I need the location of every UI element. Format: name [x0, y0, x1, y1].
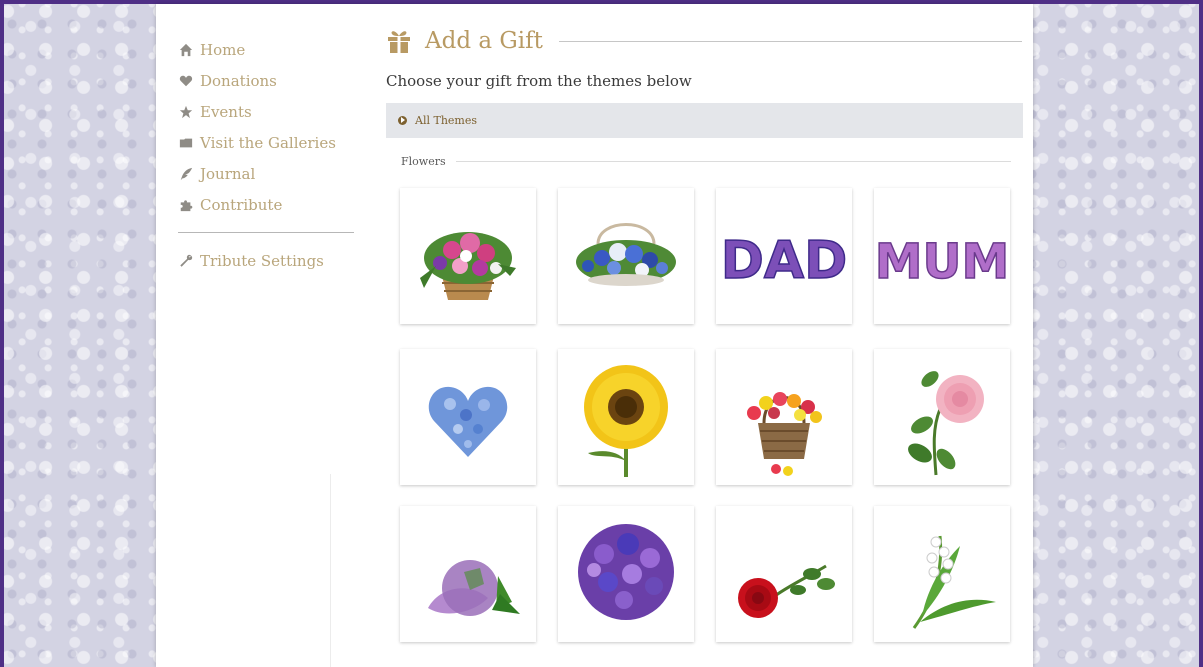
- gift-card[interactable]: [400, 506, 536, 642]
- sidebar-item-label: Tribute Settings: [200, 251, 324, 270]
- svg-text:DAD: DAD: [721, 231, 848, 291]
- star-icon: [178, 104, 194, 120]
- gallery-icon: [178, 135, 194, 151]
- sidebar-item-tribute-settings[interactable]: Tribute Settings: [178, 245, 354, 276]
- flower-basket-blue-icon: [576, 223, 676, 286]
- sidebar-item-label: Donations: [200, 71, 277, 90]
- section-rule: [455, 161, 1011, 162]
- all-themes-toggle[interactable]: All Themes: [386, 103, 1023, 138]
- gift-icon: [386, 28, 412, 54]
- sidebar-item-home[interactable]: Home: [178, 34, 354, 65]
- gift-card[interactable]: [716, 349, 852, 485]
- sidebar-nav: Home Donations Events Visit the Gallerie…: [178, 34, 354, 276]
- sidebar-border: [330, 474, 331, 667]
- gift-card[interactable]: [716, 506, 852, 642]
- lily-of-the-valley-icon: [912, 535, 996, 629]
- section-heading: Flowers: [401, 155, 1011, 168]
- gift-card[interactable]: [558, 188, 694, 324]
- page-title: Add a Gift: [425, 28, 543, 54]
- wrench-icon: [178, 253, 194, 269]
- sidebar-item-donations[interactable]: Donations: [178, 65, 354, 96]
- sidebar-item-label: Journal: [200, 164, 256, 183]
- quill-icon: [178, 166, 194, 182]
- expand-circle-icon: [398, 116, 407, 125]
- lilac-icon: [428, 560, 520, 616]
- content-panel: Home Donations Events Visit the Gallerie…: [156, 4, 1033, 667]
- gift-card[interactable]: DAD: [716, 188, 852, 324]
- sidebar-item-galleries[interactable]: Visit the Galleries: [178, 127, 354, 158]
- flower-basket-pink-icon: [420, 232, 516, 300]
- page-header: Add a Gift: [386, 26, 1022, 56]
- sidebar-item-label: Home: [200, 40, 246, 59]
- gift-card[interactable]: [400, 188, 536, 324]
- sunflower-icon: [584, 365, 668, 477]
- tulip-basket-icon: [747, 392, 822, 476]
- gift-card[interactable]: [874, 506, 1010, 642]
- puzzle-icon: [178, 197, 194, 213]
- title-rule: [558, 40, 1022, 42]
- sidebar-item-events[interactable]: Events: [178, 96, 354, 127]
- gift-card[interactable]: [558, 506, 694, 642]
- sidebar-item-journal[interactable]: Journal: [178, 158, 354, 189]
- sidebar-divider: [178, 232, 354, 233]
- page-subtitle: Choose your gift from the themes below: [386, 72, 692, 90]
- section-label: Flowers: [401, 155, 446, 168]
- svg-text:MUM: MUM: [875, 234, 1010, 290]
- sidebar-item-label: Contribute: [200, 195, 283, 214]
- home-icon: [178, 42, 194, 58]
- sidebar-item-label: Visit the Galleries: [200, 133, 336, 152]
- gift-card[interactable]: [558, 349, 694, 485]
- heart-icon: [178, 73, 194, 89]
- dad-flower-letters-icon: DAD: [720, 230, 848, 292]
- purple-bouquet-icon: [578, 524, 674, 620]
- all-themes-label: All Themes: [415, 114, 477, 127]
- gift-card[interactable]: [874, 349, 1010, 485]
- sidebar-item-label: Events: [200, 102, 252, 121]
- mum-flower-letters-icon: MUM: [874, 233, 1010, 291]
- gift-card[interactable]: [400, 349, 536, 485]
- sidebar-item-contribute[interactable]: Contribute: [178, 189, 354, 220]
- pink-rose-icon: [908, 371, 984, 476]
- gift-card[interactable]: MUM: [874, 188, 1010, 324]
- blue-flower-heart-icon: [428, 386, 508, 457]
- red-rose-icon: [738, 564, 835, 618]
